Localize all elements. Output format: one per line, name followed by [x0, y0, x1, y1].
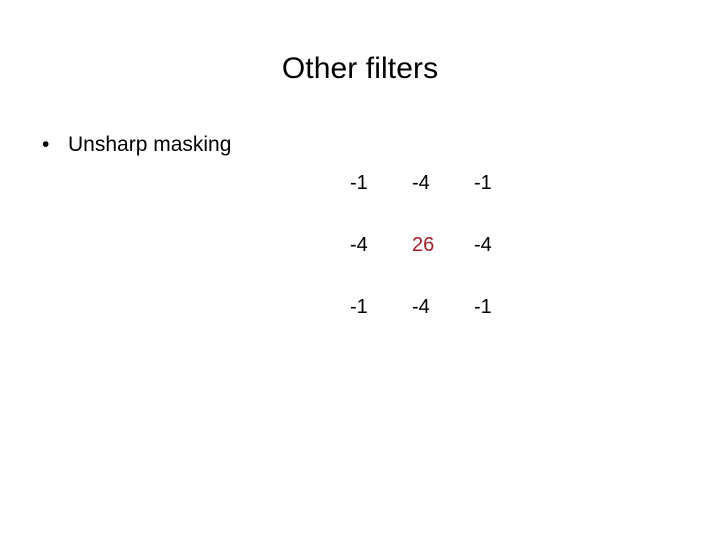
- kernel-cell-r0c1: -4: [412, 172, 430, 194]
- table-row: -1 -4 -1: [350, 152, 536, 214]
- kernel-cell-center: 26: [412, 234, 435, 256]
- page-title: Other filters: [281, 52, 439, 85]
- kernel-cell-r2c1: -4: [412, 296, 430, 318]
- bullet-item-label: Unsharp masking: [68, 133, 232, 156]
- kernel-cell-r0c0: -1: [350, 172, 368, 194]
- kernel-cell-r0c2: -1: [474, 172, 492, 194]
- kernel-matrix: -1 -4 -1 -4 26 -4 -1 -4 -1: [350, 152, 536, 338]
- table-row: -4 26 -4: [350, 214, 536, 276]
- slide: Other filters • Unsharp masking -1 -4 -1…: [0, 0, 720, 540]
- kernel-cell-r1c2: -4: [474, 234, 492, 256]
- kernel-cell-r2c2: -1: [474, 296, 492, 318]
- bullet-point-icon: •: [42, 133, 50, 156]
- kernel-cell-r2c0: -1: [350, 296, 368, 318]
- list-item: • Unsharp masking: [38, 132, 338, 158]
- table-row: -1 -4 -1: [350, 276, 536, 338]
- kernel-cell-r1c0: -4: [350, 234, 368, 256]
- bullet-list: • Unsharp masking: [38, 132, 338, 158]
